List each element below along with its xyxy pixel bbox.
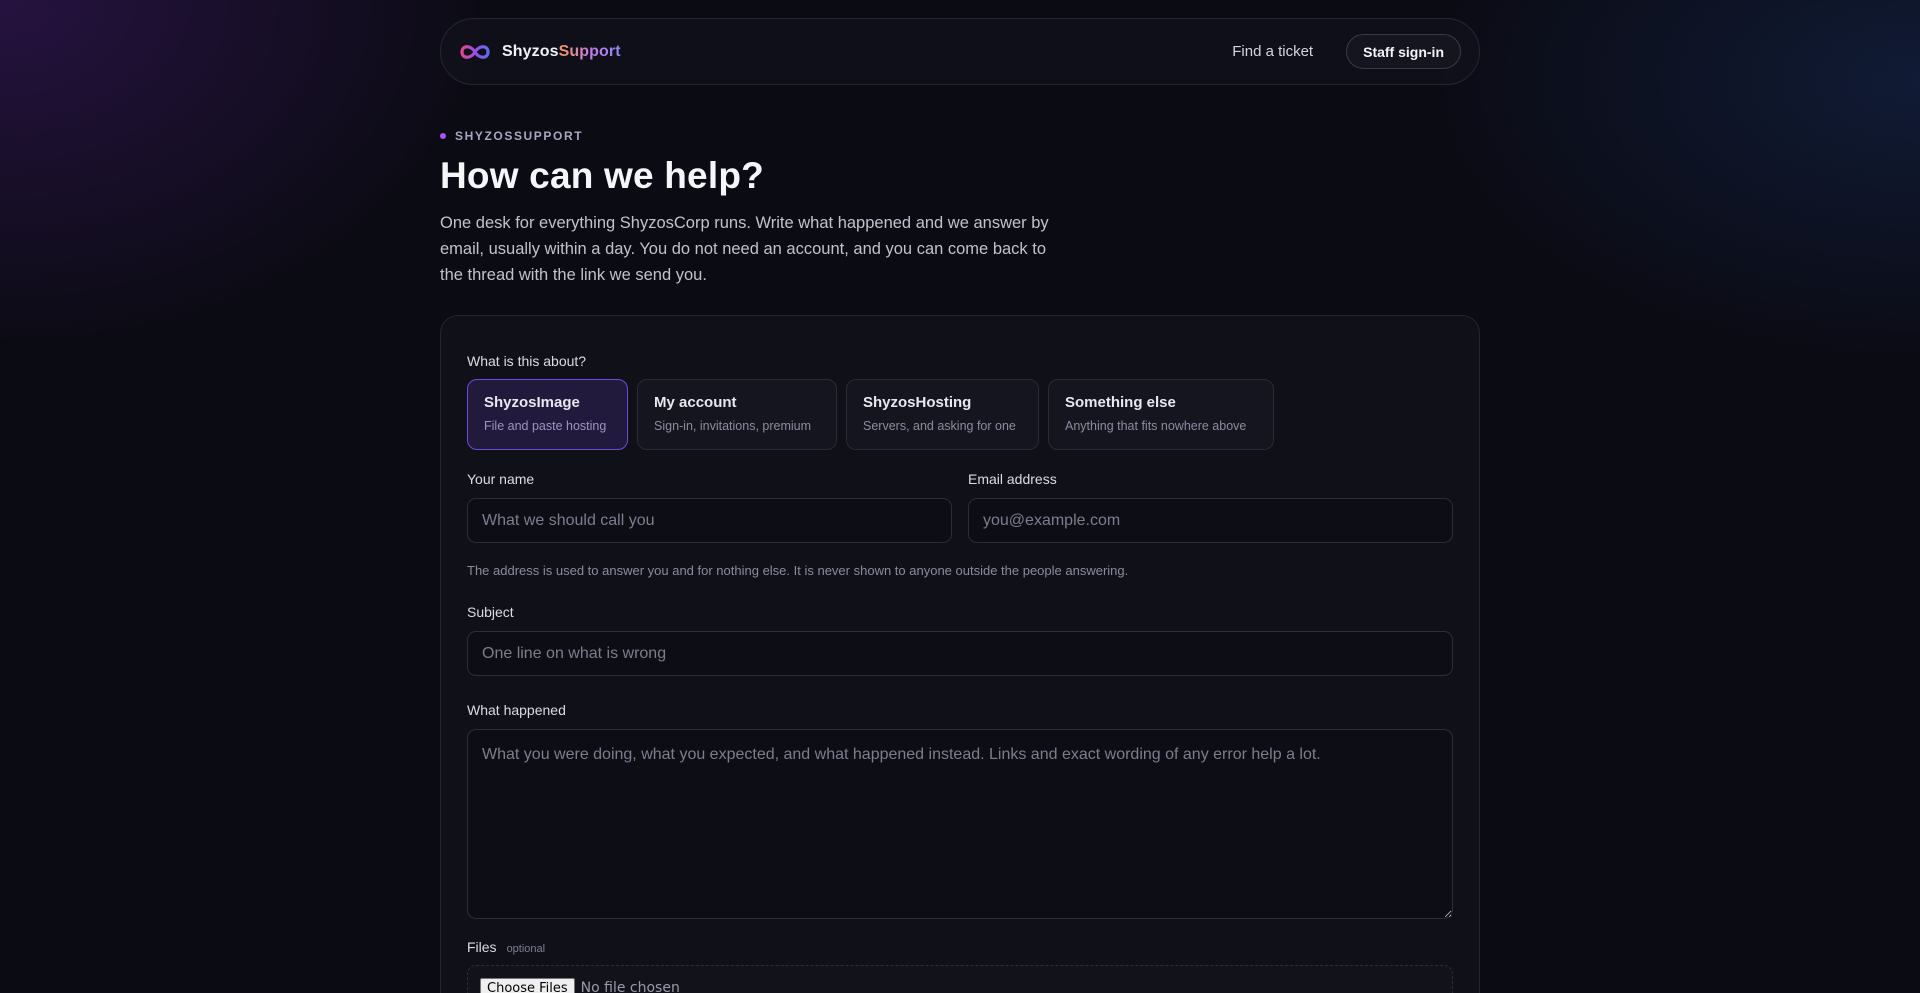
body-textarea[interactable] bbox=[467, 729, 1453, 919]
topic-subtitle: Anything that fits nowhere above bbox=[1065, 419, 1247, 433]
infinity-icon bbox=[457, 42, 493, 62]
topic-shyzoshosting[interactable]: ShyzosHosting Servers, and asking for on… bbox=[846, 379, 1039, 450]
subject-group: Subject bbox=[467, 604, 1453, 676]
page-title: How can we help? bbox=[440, 155, 764, 196]
eyebrow-dot bbox=[440, 133, 446, 139]
name-group: Your name bbox=[467, 471, 952, 543]
files-label-row: Files optional bbox=[467, 939, 1453, 955]
email-group: Email address bbox=[968, 471, 1453, 543]
brand-name: ShyzosSupport bbox=[502, 43, 621, 61]
eyebrow: SHYZOSSUPPORT bbox=[440, 129, 1480, 143]
files-optional-tag: optional bbox=[506, 943, 546, 955]
files-label: Files bbox=[467, 939, 497, 955]
header-nav: Find a ticket Staff sign-in bbox=[1232, 34, 1461, 69]
choose-files-button[interactable]: Choose Files bbox=[480, 977, 575, 993]
body-label: What happened bbox=[467, 702, 566, 718]
topic-subtitle: Sign-in, invitations, premium bbox=[654, 419, 812, 433]
support-form-card: What is this about? ShyzosImage File and… bbox=[440, 315, 1480, 993]
no-file-text: No file chosen bbox=[580, 980, 680, 993]
top-navbar: ShyzosSupport Find a ticket Staff sign-i… bbox=[440, 18, 1480, 85]
topic-subtitle: File and paste hosting bbox=[484, 419, 607, 433]
email-input[interactable] bbox=[968, 498, 1453, 543]
email-hint: The address is used to answer you and fo… bbox=[467, 563, 1129, 578]
find-ticket-link[interactable]: Find a ticket bbox=[1232, 43, 1313, 60]
eyebrow-text: SHYZOSSUPPORT bbox=[455, 129, 584, 143]
brand-name-part2: Support bbox=[558, 42, 621, 60]
subject-input[interactable] bbox=[467, 631, 1453, 676]
topic-something-else[interactable]: Something else Anything that fits nowher… bbox=[1048, 379, 1274, 450]
page-description: One desk for everything ShyzosCorp runs.… bbox=[440, 214, 1049, 284]
page: ShyzosSupport Find a ticket Staff sign-i… bbox=[440, 18, 1480, 993]
topic-options: ShyzosImage File and paste hosting My ac… bbox=[467, 379, 1453, 450]
file-input: Choose Files No file chosen bbox=[467, 965, 1453, 993]
topic-title: My account bbox=[654, 394, 737, 411]
topic-subtitle: Servers, and asking for one bbox=[863, 419, 1016, 433]
topic-shyzosimage[interactable]: ShyzosImage File and paste hosting bbox=[467, 379, 628, 450]
name-input[interactable] bbox=[467, 498, 952, 543]
email-label: Email address bbox=[968, 471, 1057, 487]
name-email-row: Your name Email address bbox=[467, 471, 1453, 543]
topic-title: ShyzosHosting bbox=[863, 394, 972, 411]
topic-title: ShyzosImage bbox=[484, 394, 580, 411]
brand[interactable]: ShyzosSupport bbox=[457, 42, 621, 62]
name-label: Your name bbox=[467, 471, 535, 487]
topic-my-account[interactable]: My account Sign-in, invitations, premium bbox=[637, 379, 837, 450]
topic-label: What is this about? bbox=[467, 353, 587, 369]
body-group: What happened bbox=[467, 702, 1453, 919]
staff-signin-button[interactable]: Staff sign-in bbox=[1346, 34, 1461, 69]
brand-name-part1: Shyzos bbox=[502, 42, 559, 60]
topic-title: Something else bbox=[1065, 394, 1176, 411]
subject-label: Subject bbox=[467, 604, 514, 620]
